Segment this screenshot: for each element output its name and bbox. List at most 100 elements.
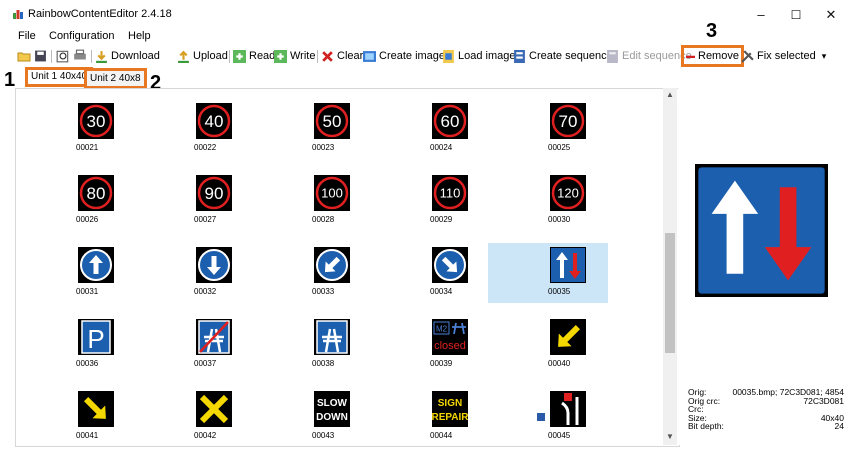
sign-thumbnail: P bbox=[78, 319, 114, 355]
open-folder-icon[interactable] bbox=[17, 48, 31, 64]
image-cell[interactable]: 00032 bbox=[134, 243, 254, 303]
tab-unit-2[interactable]: Unit 2 40x8 bbox=[84, 68, 147, 89]
image-label: 00044 bbox=[430, 431, 453, 440]
image-cell[interactable]: 00033 bbox=[252, 243, 372, 303]
minimize-button[interactable]: – bbox=[744, 4, 778, 26]
image-label: 00033 bbox=[312, 287, 335, 296]
sign-thumbnail: M2 closed bbox=[432, 319, 468, 355]
image-cell[interactable]: 80 00026 bbox=[16, 171, 136, 231]
scroll-up-icon[interactable]: ▲ bbox=[663, 90, 677, 99]
image-cell[interactable]: SLOW DOWN 00043 bbox=[252, 387, 372, 446]
menu-configuration[interactable]: Configuration bbox=[49, 30, 114, 42]
sign-thumbnail bbox=[550, 391, 586, 427]
sign-thumbnail: 70 bbox=[550, 103, 586, 139]
clear-x-icon bbox=[322, 50, 333, 62]
save-icon[interactable] bbox=[34, 48, 47, 64]
image-cell[interactable]: 60 00024 bbox=[370, 99, 490, 159]
sign-text: 30 bbox=[87, 112, 106, 131]
upload-label: Upload bbox=[193, 50, 228, 62]
image-cell[interactable]: 50 00023 bbox=[252, 99, 372, 159]
sign-thumbnail: 80 bbox=[78, 175, 114, 211]
image-cell[interactable]: 120 00030 bbox=[488, 171, 608, 231]
read-button[interactable]: Read bbox=[233, 48, 275, 64]
image-label: 00042 bbox=[194, 431, 217, 440]
sign-text: 110 bbox=[440, 186, 461, 201]
load-image-icon bbox=[443, 49, 454, 63]
scroll-down-icon[interactable]: ▼ bbox=[663, 432, 677, 441]
image-cell[interactable]: 40 00022 bbox=[134, 99, 254, 159]
load-image-label: Load image bbox=[458, 50, 516, 62]
grid-scrollbar[interactable]: ▲ ▼ bbox=[663, 88, 677, 445]
remove-button[interactable]: Remove bbox=[681, 45, 744, 67]
image-cell[interactable]: 00041 bbox=[16, 387, 136, 446]
image-label: 00023 bbox=[312, 143, 335, 152]
scroll-thumb[interactable] bbox=[665, 233, 675, 353]
sign-text: M2 bbox=[436, 325, 448, 334]
print-icon[interactable] bbox=[73, 48, 87, 64]
image-cell[interactable]: 110 00029 bbox=[370, 171, 490, 231]
toolbar: Download Upload Read Write Clear Create … bbox=[0, 45, 850, 67]
image-label: 00024 bbox=[430, 143, 453, 152]
image-cell[interactable]: 00045 bbox=[488, 387, 608, 446]
maximize-button[interactable]: ☐ bbox=[779, 4, 813, 26]
image-cell[interactable]: 90 00027 bbox=[134, 171, 254, 231]
tools-icon bbox=[741, 49, 754, 63]
image-cell[interactable]: 30 00021 bbox=[16, 99, 136, 159]
image-cell[interactable]: P 00036 bbox=[16, 315, 136, 375]
fix-selected-button[interactable]: Fix selected ▾ bbox=[741, 48, 826, 64]
image-cell[interactable]: 70 00025 bbox=[488, 99, 608, 159]
image-cell[interactable]: 00042 bbox=[134, 387, 254, 446]
upload-button[interactable]: Upload bbox=[177, 48, 228, 64]
sign-thumbnail bbox=[196, 391, 232, 427]
close-button[interactable]: ✕ bbox=[814, 4, 848, 26]
image-label: 00027 bbox=[194, 215, 217, 224]
image-cell[interactable]: 00031 bbox=[16, 243, 136, 303]
sign-text2: REPAIR bbox=[432, 412, 468, 423]
sequence-disk-icon bbox=[537, 413, 545, 421]
sign-thumbnail bbox=[196, 247, 232, 283]
tab-unit-1[interactable]: Unit 1 40x40 bbox=[25, 67, 94, 87]
edit-sequence-button[interactable]: Edit sequence bbox=[606, 48, 692, 64]
image-label: 00045 bbox=[548, 431, 571, 440]
unit-tabs: Unit 1 40x40 Unit 2 40x8 bbox=[0, 67, 850, 89]
create-image-button[interactable]: Create image bbox=[363, 48, 445, 64]
image-label: 00039 bbox=[430, 359, 453, 368]
image-cell[interactable]: 00034 bbox=[370, 243, 490, 303]
callout-1: 1 bbox=[4, 69, 16, 91]
info-bit-depth-value: 24 bbox=[834, 421, 844, 431]
image-cell[interactable]: SIGN REPAIR 00044 bbox=[370, 387, 490, 446]
menu-help[interactable]: Help bbox=[128, 30, 151, 42]
sign-text: SIGN bbox=[438, 398, 462, 409]
sign-text: 70 bbox=[559, 112, 578, 131]
image-cell[interactable]: 00035 bbox=[488, 243, 608, 303]
image-cell[interactable]: M2 closed 00039 bbox=[370, 315, 490, 375]
create-sequence-button[interactable]: Create sequence bbox=[513, 48, 613, 64]
download-button[interactable]: Download bbox=[95, 48, 160, 64]
image-label: 00036 bbox=[76, 359, 99, 368]
image-cell[interactable]: 100 00028 bbox=[252, 171, 372, 231]
image-label: 00040 bbox=[548, 359, 571, 368]
image-cell[interactable]: 00037 bbox=[134, 315, 254, 375]
dropdown-arrow-icon[interactable]: ▾ bbox=[822, 51, 827, 62]
preview-image bbox=[695, 164, 828, 297]
write-button[interactable]: Write bbox=[274, 48, 315, 64]
write-icon bbox=[274, 49, 287, 63]
sign-text2: DOWN bbox=[316, 412, 348, 423]
sign-thumbnail bbox=[314, 319, 350, 355]
load-image-button[interactable]: Load image bbox=[442, 48, 516, 64]
callout-3: 3 bbox=[706, 20, 718, 42]
image-cell[interactable]: 00040 bbox=[488, 315, 608, 375]
sign-thumbnail: 40 bbox=[196, 103, 232, 139]
image-label: 00037 bbox=[194, 359, 217, 368]
info-orig-crc-value: 72C3D081 bbox=[803, 395, 844, 406]
menu-file[interactable]: File bbox=[18, 30, 36, 42]
image-label: 00030 bbox=[548, 215, 571, 224]
clear-button[interactable]: Clear bbox=[321, 48, 363, 64]
print-preview-icon[interactable] bbox=[56, 48, 70, 64]
remove-minus-icon bbox=[686, 55, 695, 58]
image-cell[interactable]: 00038 bbox=[252, 315, 372, 375]
write-label: Write bbox=[290, 50, 316, 62]
create-sequence-label: Create sequence bbox=[529, 50, 613, 62]
download-label: Download bbox=[111, 50, 160, 62]
sign-text: P bbox=[87, 324, 104, 354]
